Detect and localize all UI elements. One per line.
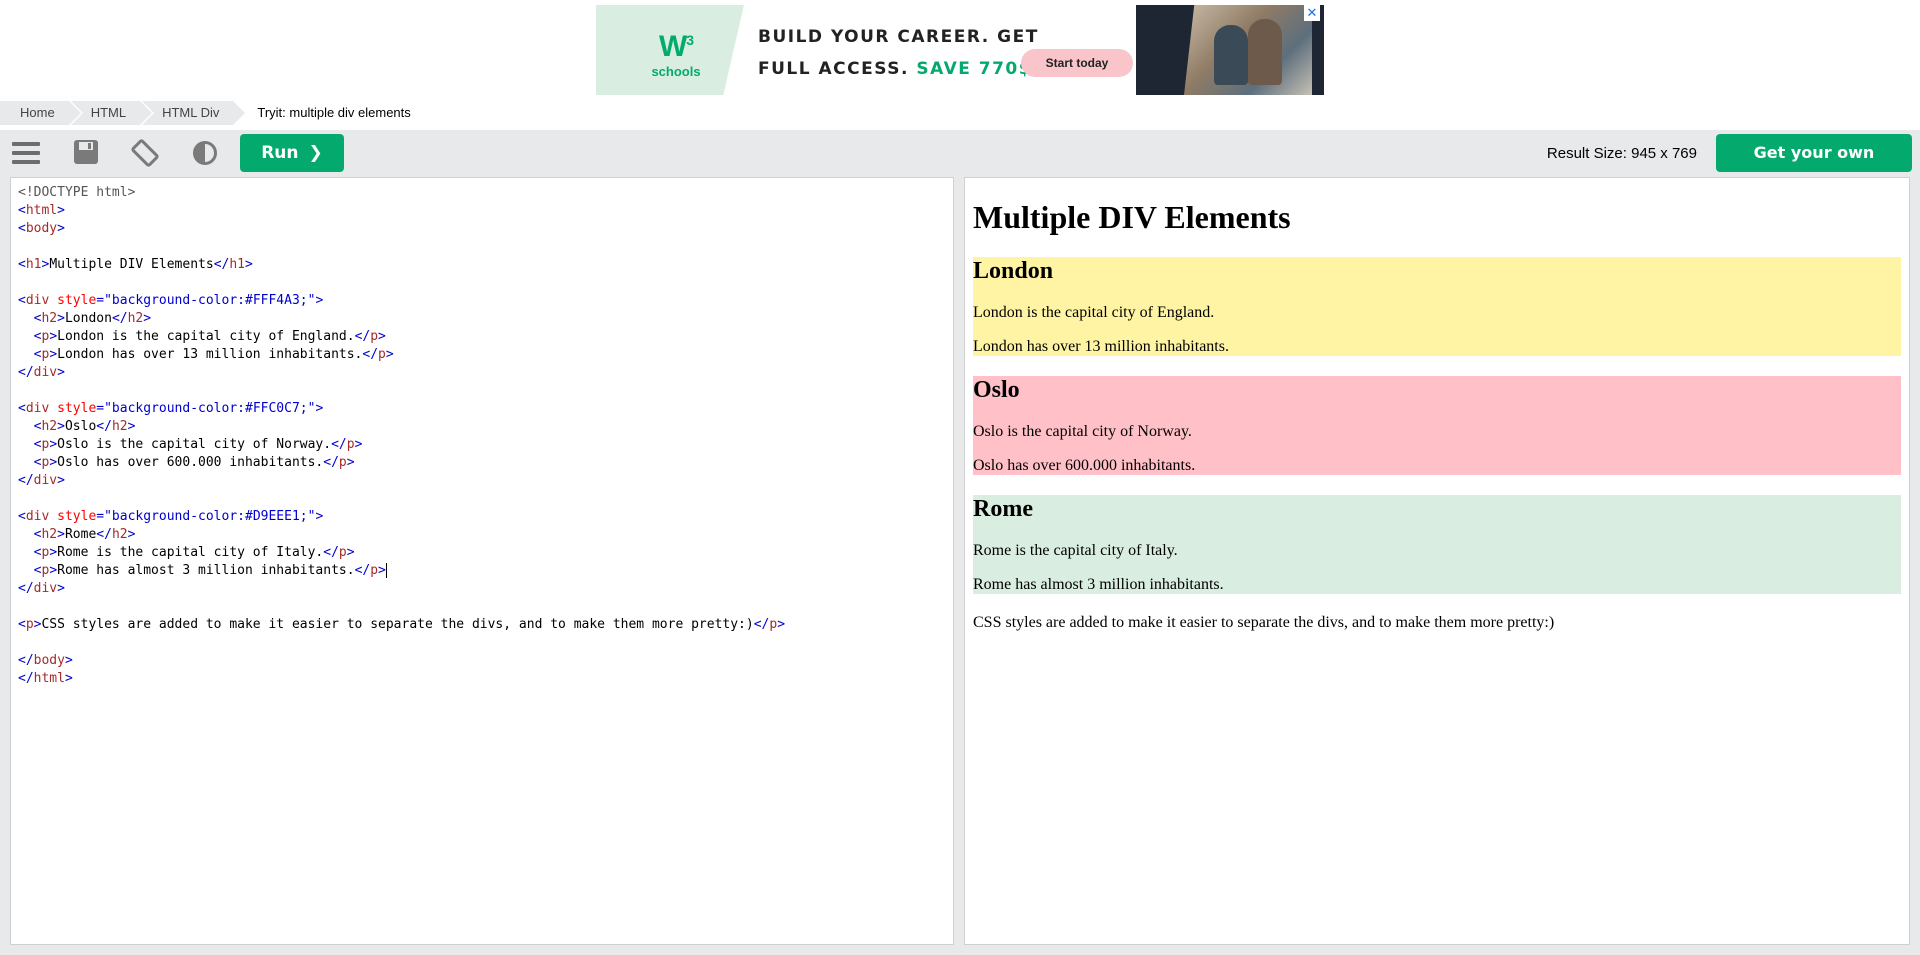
city-fact-1: London is the capital city of England. — [973, 304, 1215, 321]
close-icon[interactable]: ✕ — [1304, 5, 1320, 21]
city-fact-2: London has over 13 million inhabitants. — [973, 338, 1229, 355]
code-line[interactable]: <p>CSS styles are added to make it easie… — [18, 616, 953, 634]
get-own-website-button[interactable]: Get your own website — [1716, 134, 1912, 200]
code-line[interactable] — [18, 490, 953, 508]
city-fact-2: Rome has almost 3 million inhabitants. — [973, 576, 1224, 593]
city-title: London — [973, 258, 1054, 284]
result-footer: CSS styles are added to make it easier t… — [973, 614, 1555, 631]
city-rome: Rome Rome is the capital city of Italy. … — [973, 495, 1901, 594]
menu-icon[interactable] — [10, 138, 42, 168]
city-oslo: Oslo Oslo is the capital city of Norway.… — [973, 376, 1901, 475]
run-label: Run — [261, 143, 299, 163]
ad-banner[interactable]: W3 schools BUILD YOUR CAREER. GET FULL A… — [596, 5, 1324, 95]
code-line[interactable]: <p>Rome is the capital city of Italy.</p… — [18, 544, 953, 562]
code-line[interactable] — [18, 238, 953, 256]
code-line[interactable]: <html> — [18, 202, 953, 220]
code-line[interactable]: <div style="background-color:#FFF4A3;"> — [18, 292, 953, 310]
code-line[interactable]: <p>Rome has almost 3 million inhabitants… — [18, 562, 953, 580]
result-heading: Multiple DIV Elements — [973, 199, 1291, 235]
city-title: Oslo — [973, 377, 1020, 403]
contrast-icon[interactable] — [189, 138, 221, 168]
code-editor[interactable]: <!DOCTYPE html> <html> <body> <h1>Multiple… — [10, 177, 954, 945]
ad-person-2 — [1248, 19, 1282, 85]
code-line[interactable]: <p>London has over 13 million inhabitant… — [18, 346, 953, 364]
w3schools-logo: W3 schools — [646, 25, 706, 80]
code-line[interactable]: <h1>Multiple DIV Elements</h1> — [18, 256, 953, 274]
code-line[interactable]: </div> — [18, 364, 953, 382]
code-line[interactable]: <h2>Oslo</h2> — [18, 418, 953, 436]
code-line[interactable]: <div style="background-color:#FFC0C7;"> — [18, 400, 953, 418]
code-line[interactable]: <h2>Rome</h2> — [18, 526, 953, 544]
result-size: Result Size: 945 x 769 — [1546, 145, 1697, 162]
logo-mark: W — [658, 30, 687, 63]
code-line[interactable] — [18, 274, 953, 292]
city-fact-2: Oslo has over 600.000 inhabitants. — [973, 457, 1196, 474]
ad-line-2: FULL ACCESS. — [758, 59, 909, 79]
code-line[interactable] — [18, 382, 953, 400]
code-line[interactable]: </body> — [18, 652, 953, 670]
result-frame: Multiple DIV Elements London London is t… — [964, 177, 1910, 945]
code-line[interactable]: <!DOCTYPE html> — [18, 184, 953, 202]
breadcrumb-home[interactable]: Home — [0, 101, 83, 125]
text-caret — [385, 563, 387, 578]
logo-sup: 3 — [686, 32, 694, 48]
city-london: London London is the capital city of Eng… — [973, 257, 1901, 356]
code-line[interactable]: <p>Oslo is the capital city of Norway.</… — [18, 436, 953, 454]
toolbar: Run ❯ Result Size: 945 x 769 Get your own… — [0, 130, 1920, 200]
code-line[interactable]: </html> — [18, 670, 953, 688]
code-line[interactable]: </div> — [18, 472, 953, 490]
code-line[interactable]: </div> — [18, 580, 953, 598]
save-icon[interactable] — [70, 138, 102, 168]
code-line[interactable]: <p>London is the capital city of England… — [18, 328, 953, 346]
code-line[interactable]: <body> — [18, 220, 953, 238]
code-line[interactable] — [18, 598, 953, 616]
code-line[interactable] — [18, 634, 953, 652]
breadcrumb-html-div[interactable]: HTML Div — [142, 101, 248, 125]
code-line[interactable]: <div style="background-color:#D9EEE1;"> — [18, 508, 953, 526]
run-button[interactable]: Run ❯ — [240, 134, 344, 172]
ad-headline: BUILD YOUR CAREER. GET FULL ACCESS. SAVE… — [758, 21, 1039, 85]
logo-sub: schools — [651, 64, 701, 79]
code-line[interactable]: <p>Oslo has over 600.000 inhabitants.</p… — [18, 454, 953, 472]
ad-line-1: BUILD YOUR CAREER. GET — [758, 27, 1039, 47]
city-fact-1: Rome is the capital city of Italy. — [973, 542, 1178, 559]
start-today-button[interactable]: Start today — [1021, 49, 1133, 77]
result-content: Multiple DIV Elements London London is t… — [965, 199, 1909, 632]
rotate-icon[interactable] — [129, 138, 161, 168]
city-fact-1: Oslo is the capital city of Norway. — [973, 423, 1192, 440]
chevron-right-icon: ❯ — [308, 143, 323, 163]
breadcrumb: Home HTML HTML Div Tryit: multiple div e… — [0, 101, 427, 125]
code-content[interactable]: <!DOCTYPE html> <html> <body> <h1>Multiple… — [11, 178, 953, 688]
ad-person-1 — [1214, 25, 1248, 85]
city-title: Rome — [973, 496, 1033, 522]
code-line[interactable]: <h2>London</h2> — [18, 310, 953, 328]
ad-photo — [1136, 5, 1324, 95]
ad-save-text: SAVE 770$ — [916, 59, 1033, 79]
breadcrumb-current: Tryit: multiple div elements — [257, 105, 411, 120]
